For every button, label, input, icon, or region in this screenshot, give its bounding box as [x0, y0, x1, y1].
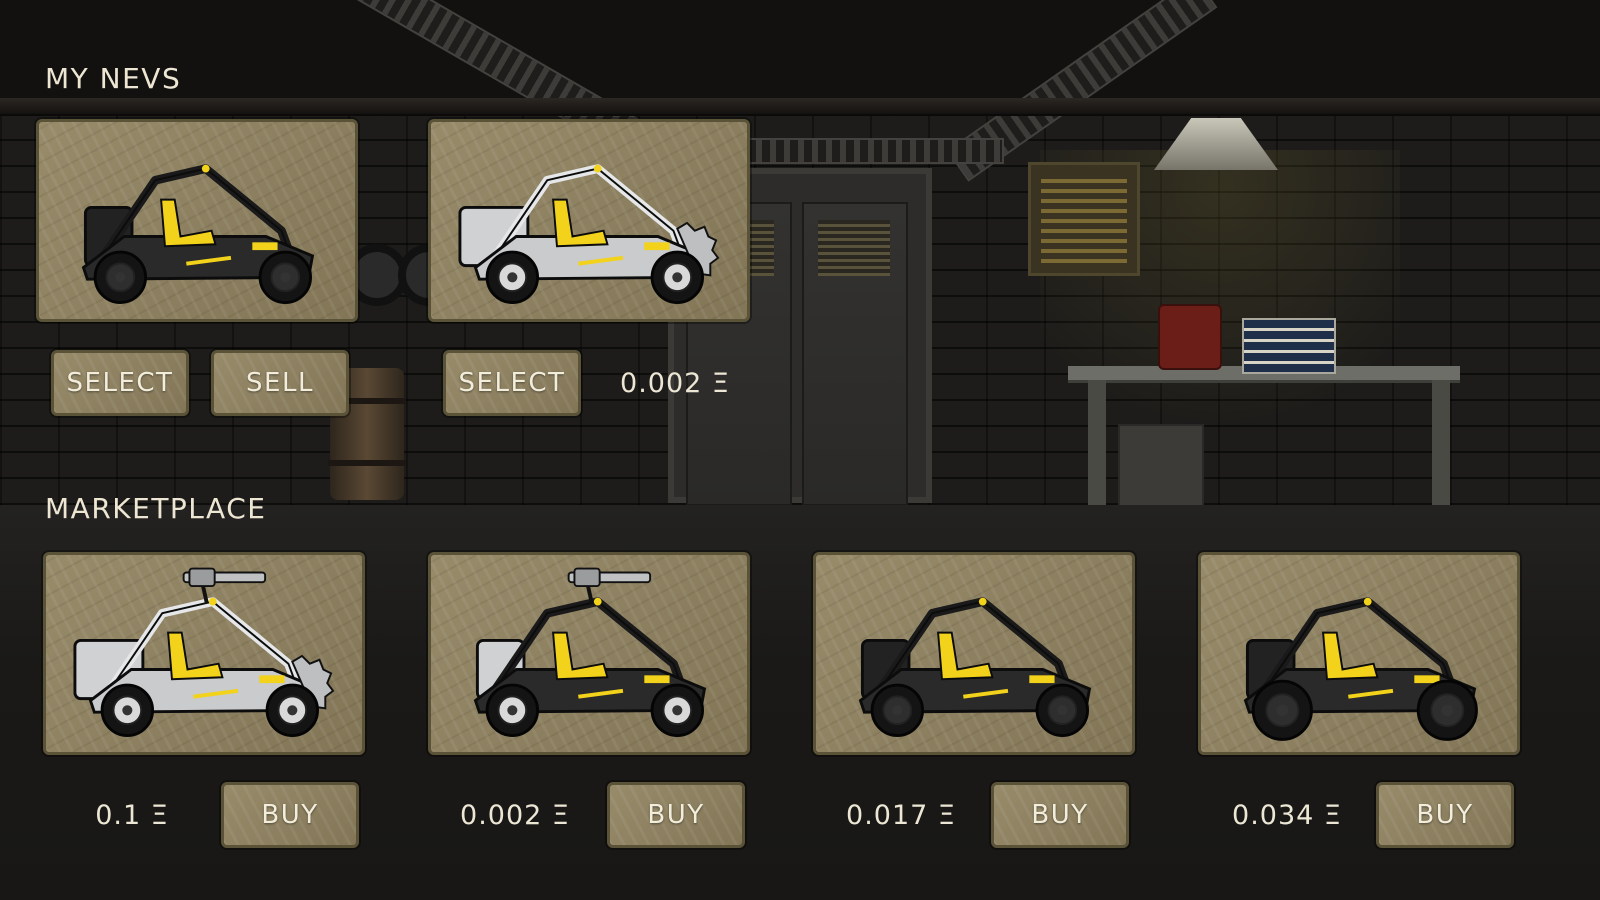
black-buggy-big-wheels-image — [1243, 597, 1478, 741]
market-card-2[interactable] — [428, 552, 750, 755]
sell-button[interactable]: SELL — [211, 350, 349, 416]
market-card-1[interactable] — [43, 552, 365, 755]
black-buggy-image — [858, 597, 1092, 737]
workbench-leg — [1088, 380, 1106, 505]
red-canister — [1158, 304, 1222, 370]
storage-box — [1118, 424, 1204, 508]
silver-gunner-buggy-image — [73, 567, 335, 737]
ceiling — [0, 0, 1600, 100]
wall-vent-panel — [1028, 162, 1140, 276]
buy-button[interactable]: BUY — [607, 782, 745, 848]
ceiling-truss-mid — [740, 138, 1004, 164]
market-price: 0.002 Ξ — [460, 799, 570, 831]
my-nevs-title: MY NEVS — [45, 62, 182, 95]
market-card-3[interactable] — [813, 552, 1135, 755]
buy-button[interactable]: BUY — [221, 782, 359, 848]
nev-price: 0.002 Ξ — [620, 367, 730, 399]
cooler-box — [1242, 318, 1336, 374]
wall-pipe — [0, 98, 1600, 116]
market-price: 0.017 Ξ — [846, 799, 956, 831]
market-card-4[interactable] — [1198, 552, 1520, 755]
buy-button[interactable]: BUY — [1376, 782, 1514, 848]
black-buggy-image — [81, 164, 315, 304]
my-nev-card-2[interactable] — [428, 119, 750, 322]
my-nev-card-1[interactable] — [36, 119, 358, 322]
hybrid-gunner-buggy-image — [473, 567, 707, 737]
silver-armored-buggy-image — [458, 164, 720, 304]
marketplace-title: MARKETPLACE — [45, 492, 267, 525]
market-price: 0.1 Ξ — [95, 799, 169, 831]
market-price: 0.034 Ξ — [1232, 799, 1342, 831]
select-button[interactable]: SELECT — [443, 350, 581, 416]
buy-button[interactable]: BUY — [991, 782, 1129, 848]
select-button[interactable]: SELECT — [51, 350, 189, 416]
workbench-leg — [1432, 380, 1450, 505]
